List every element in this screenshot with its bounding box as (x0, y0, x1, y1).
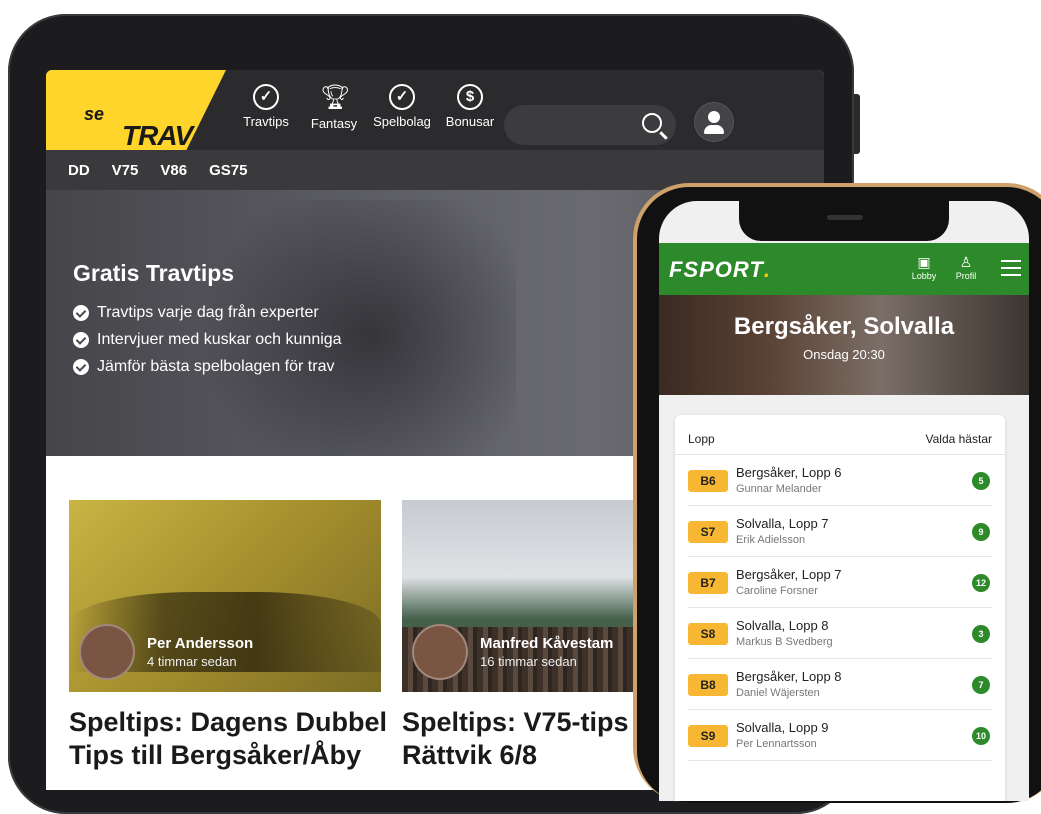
user-avatar-button[interactable] (694, 102, 734, 142)
event-hero: Bergsåker, Solvalla Onsdag 20:30 (659, 295, 1029, 395)
author-name: Per Andersson (147, 635, 254, 652)
col-lopp: Lopp (688, 432, 715, 446)
avatar (412, 624, 468, 680)
race-row[interactable]: S9 Solvalla, Lopp 9 Per Lennartsson 10 (688, 710, 992, 761)
subnav-dd[interactable]: DD (68, 162, 90, 179)
hero-bullet-list: Travtips varje dag från experter Intervj… (73, 304, 342, 385)
fsport-logo[interactable]: FSPORT. (669, 257, 771, 283)
race-row[interactable]: B8 Bergsåker, Lopp 8 Daniel Wäjersten 7 (688, 659, 992, 710)
phone-bezel: FSPORT. ▣ Lobby ♙ Profil Bergsåker, Solv… (637, 187, 1041, 803)
dollar-circle-icon: $ (457, 84, 483, 110)
selected-count-badge: 5 (972, 472, 990, 490)
nav-item-fantasy[interactable]: 🏆︎ Fantasy (300, 84, 368, 131)
hero-title: Gratis Travtips (73, 260, 235, 286)
user-icon: ♙ (959, 254, 973, 270)
subnav-v75[interactable]: V75 (112, 162, 139, 179)
race-code-badge: S9 (688, 725, 728, 747)
hero-bullet: Travtips varje dag från experter (73, 304, 342, 322)
race-code-badge: S8 (688, 623, 728, 645)
check-icon (73, 305, 89, 321)
race-code-badge: S7 (688, 521, 728, 543)
race-row[interactable]: S7 Solvalla, Lopp 7 Erik Adielsson 9 (688, 506, 992, 557)
article-author: Per Andersson 4 timmar sedan (79, 624, 253, 680)
race-row[interactable]: S8 Solvalla, Lopp 8 Markus B Svedberg 3 (688, 608, 992, 659)
article-card[interactable]: Per Andersson 4 timmar sedan Speltips: D… (69, 500, 399, 772)
race-list-card: Lopp Valda hästar B6 Bergsåker, Lopp 6 G… (675, 415, 1005, 801)
avatar (79, 624, 135, 680)
race-code-badge: B6 (688, 470, 728, 492)
menu-icon[interactable] (1001, 260, 1021, 276)
search-input[interactable] (504, 105, 676, 145)
calendar-icon: ▣ (917, 254, 931, 270)
race-driver: Gunnar Melander (736, 483, 822, 495)
nav-label: Spelbolag (373, 114, 431, 129)
subnav-v86[interactable]: V86 (160, 162, 187, 179)
race-code-badge: B8 (688, 674, 728, 696)
phone-screen: FSPORT. ▣ Lobby ♙ Profil Bergsåker, Solv… (659, 201, 1029, 801)
nav-label: Travtips (243, 114, 289, 129)
race-driver: Caroline Forsner (736, 585, 818, 597)
search-icon[interactable] (642, 113, 662, 133)
race-name: Solvalla, Lopp 7 (736, 516, 829, 531)
fsport-header: FSPORT. ▣ Lobby ♙ Profil (659, 243, 1029, 295)
nav-item-bonusar[interactable]: $ Bonusar (436, 84, 504, 131)
hero-bullet: Jämför bästa spelbolagen för trav (73, 358, 342, 376)
trav-logo[interactable]: TRAV se (46, 70, 226, 150)
subnav-gs75[interactable]: GS75 (209, 162, 247, 179)
check-icon (73, 359, 89, 375)
selected-count-badge: 3 (972, 625, 990, 643)
trav-main-nav: ✓ Travtips 🏆︎ Fantasy ✓ Spelbolag $ Bonu… (232, 84, 504, 131)
col-valda: Valda hästar (925, 432, 993, 446)
selected-count-badge: 12 (972, 574, 990, 592)
hero-bullet: Intervjuer med kuskar och kunniga (73, 331, 342, 349)
race-row[interactable]: B7 Bergsåker, Lopp 7 Caroline Forsner 12 (688, 557, 992, 608)
article-time: 16 timmar sedan (480, 654, 577, 669)
nav-item-travtips[interactable]: ✓ Travtips (232, 84, 300, 131)
check-icon (73, 332, 89, 348)
race-name: Solvalla, Lopp 8 (736, 618, 829, 633)
race-driver: Markus B Svedberg (736, 636, 833, 648)
nav-item-spelbolag[interactable]: ✓ Spelbolag (368, 84, 436, 131)
race-name: Solvalla, Lopp 9 (736, 720, 829, 735)
profile-button[interactable]: ♙ Profil (949, 255, 983, 281)
article-title[interactable]: Speltips: Dagens Dubbel Tips till Bergså… (69, 706, 399, 772)
race-driver: Daniel Wäjersten (736, 687, 820, 699)
trav-header: TRAV se ✓ Travtips 🏆︎ Fantasy ✓ Spelbolag… (46, 70, 824, 150)
race-driver: Per Lennartsson (736, 738, 817, 750)
event-title: Bergsåker, Solvalla (733, 313, 955, 340)
nav-label: Fantasy (310, 116, 358, 131)
event-time: Onsdag 20:30 (803, 347, 885, 362)
tablet-side-button (854, 94, 860, 154)
phone-notch (739, 201, 949, 241)
article-time: 4 timmar sedan (147, 654, 237, 669)
race-driver: Erik Adielsson (736, 534, 806, 546)
race-row[interactable]: B6 Bergsåker, Lopp 6 Gunnar Melander 5 (688, 455, 992, 506)
race-name: Bergsåker, Lopp 7 (736, 567, 842, 582)
check-circle-icon: ✓ (253, 84, 279, 110)
race-list-header: Lopp Valda hästar (675, 415, 1005, 455)
trophy-icon: 🏆︎ (320, 84, 351, 111)
phone-device: FSPORT. ▣ Lobby ♙ Profil Bergsåker, Solv… (633, 183, 1041, 803)
race-name: Bergsåker, Lopp 8 (736, 669, 842, 684)
race-code-badge: B7 (688, 572, 728, 594)
article-author: Manfred Kåvestam 16 timmar sedan (412, 624, 613, 680)
selected-count-badge: 7 (972, 676, 990, 694)
check-circle-icon: ✓ (389, 84, 415, 110)
nav-label: Bonusar (445, 114, 495, 129)
lobby-button[interactable]: ▣ Lobby (907, 255, 941, 281)
article-image[interactable]: Per Andersson 4 timmar sedan (69, 500, 381, 692)
author-name: Manfred Kåvestam (480, 635, 614, 652)
race-name: Bergsåker, Lopp 6 (736, 465, 842, 480)
selected-count-badge: 10 (972, 727, 990, 745)
selected-count-badge: 9 (972, 523, 990, 541)
